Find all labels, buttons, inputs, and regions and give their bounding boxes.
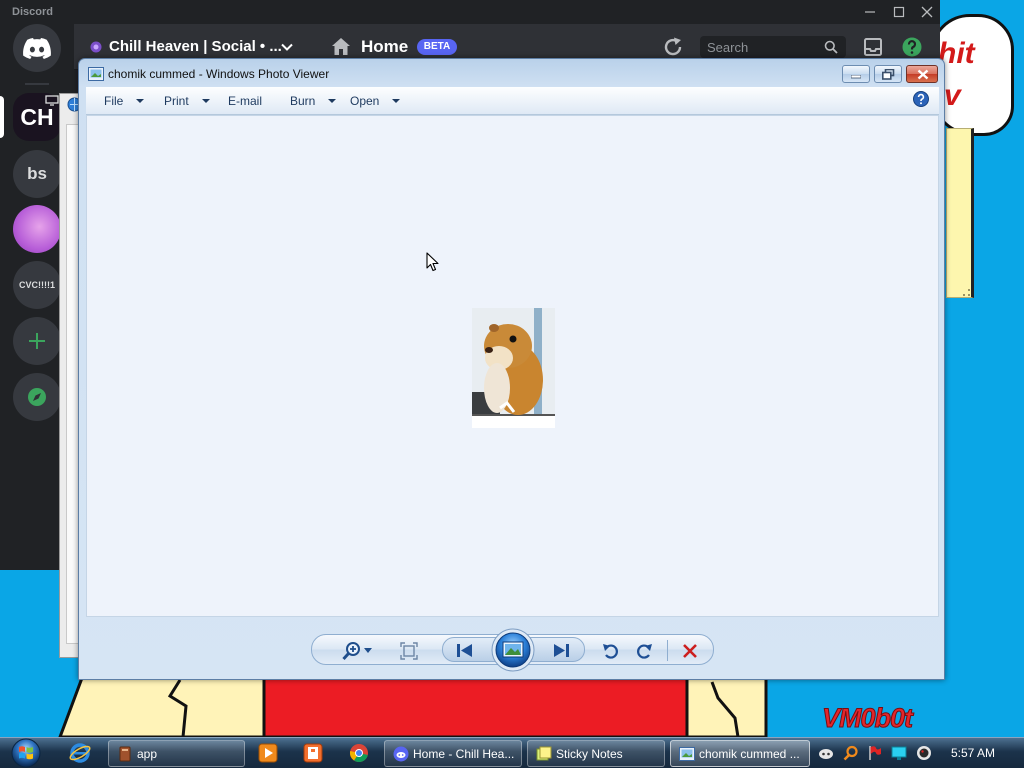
minimize-icon xyxy=(851,75,861,79)
search-placeholder: Search xyxy=(707,40,749,55)
menu-burn[interactable]: Burn xyxy=(284,87,342,115)
internet-explorer-icon[interactable] xyxy=(69,742,91,764)
search-tray-icon[interactable] xyxy=(843,745,859,761)
refresh-icon[interactable] xyxy=(662,36,684,58)
photo-viewer-icon xyxy=(679,747,695,761)
chrome-icon[interactable] xyxy=(349,743,369,763)
menu-file-label: File xyxy=(104,94,124,108)
hamster-photo xyxy=(472,308,555,428)
chevron-down-icon[interactable] xyxy=(280,40,294,54)
maximize-icon[interactable] xyxy=(892,5,906,19)
server-icon-label: CH xyxy=(20,103,54,130)
flag-tray-icon[interactable] xyxy=(867,745,883,761)
discord-tray-icon[interactable] xyxy=(818,745,834,761)
discord-logo-icon xyxy=(23,37,51,59)
control-separator xyxy=(667,640,668,661)
search-icon xyxy=(824,40,838,54)
discord-brand-label: Discord xyxy=(12,6,53,18)
menu-open[interactable]: Open xyxy=(344,87,406,115)
mouse-cursor xyxy=(426,252,439,272)
photo-viewer-window: chomik cummed - Windows Photo Viewer Fil… xyxy=(78,58,945,680)
discord-home-button[interactable] xyxy=(13,24,61,72)
minimize-icon[interactable] xyxy=(863,5,877,19)
server-icon-avatar[interactable] xyxy=(13,205,61,253)
home-label[interactable]: Home xyxy=(361,37,408,57)
server-boost-icon xyxy=(90,41,102,53)
taskbar-item-label: app xyxy=(137,747,158,761)
help-icon[interactable] xyxy=(913,91,929,107)
discord-icon xyxy=(393,746,409,762)
window-title: chomik cummed - Windows Photo Viewer xyxy=(108,67,330,81)
image-canvas[interactable] xyxy=(86,115,939,617)
sticky-notes-icon xyxy=(536,746,552,761)
maximize-button[interactable] xyxy=(874,65,902,83)
system-clock[interactable]: 5:57 AM xyxy=(945,746,1001,760)
resize-grip[interactable] xyxy=(963,289,970,296)
photo-viewer-icon xyxy=(88,67,104,81)
menu-file[interactable]: File xyxy=(98,87,150,115)
add-server-button[interactable] xyxy=(13,317,61,365)
close-icon xyxy=(917,69,929,80)
home-icon[interactable] xyxy=(331,37,351,56)
app-icon xyxy=(119,746,131,762)
slideshow-icon[interactable] xyxy=(491,628,535,672)
display-tray-icon[interactable] xyxy=(891,745,907,761)
taskbar-item-label: Home - Chill Hea... xyxy=(413,747,515,761)
archive-icon[interactable] xyxy=(303,743,323,763)
taskbar-item-sticky-notes[interactable]: Sticky Notes xyxy=(527,740,665,767)
dropdown-arrow-icon xyxy=(136,99,145,103)
plus-icon xyxy=(29,333,45,349)
inbox-icon[interactable] xyxy=(863,37,883,57)
rotate-clockwise-icon[interactable] xyxy=(635,642,653,660)
taskbar-item-discord[interactable]: Home - Chill Hea... xyxy=(384,740,522,767)
taskbar-item-photo-viewer[interactable]: chomik cummed ... xyxy=(670,740,810,767)
restore-icon xyxy=(882,69,895,80)
compass-icon xyxy=(28,388,46,406)
screen-share-icon xyxy=(45,95,59,106)
delete-icon[interactable] xyxy=(682,643,698,659)
server-icon-cvc[interactable]: CVC!!!!1 xyxy=(13,261,61,309)
menu-email-label: E-mail xyxy=(228,94,263,108)
rail-separator xyxy=(25,83,49,85)
server-icon-label: bs xyxy=(27,164,47,183)
rotate-counterclockwise-icon[interactable] xyxy=(602,642,620,660)
server-icon-label: CVC!!!!1 xyxy=(19,280,55,290)
search-input[interactable]: Search xyxy=(700,36,846,58)
previous-icon[interactable] xyxy=(456,643,474,658)
server-title[interactable]: Chill Heaven | Social • ... xyxy=(109,38,282,55)
media-player-icon[interactable] xyxy=(258,743,278,763)
start-button[interactable] xyxy=(11,738,41,768)
bubble-text-line-2: v xyxy=(944,79,961,112)
explore-servers-button[interactable] xyxy=(13,373,61,421)
close-button[interactable] xyxy=(906,65,938,83)
next-icon[interactable] xyxy=(552,643,570,658)
menu-email[interactable]: E-mail xyxy=(222,87,268,115)
menu-burn-label: Burn xyxy=(290,94,316,108)
taskbar-item-app[interactable]: app xyxy=(108,740,245,767)
menu-print-label: Print xyxy=(164,94,189,108)
close-icon[interactable] xyxy=(920,5,934,19)
help-icon[interactable] xyxy=(902,37,922,57)
dropdown-arrow-icon xyxy=(328,99,337,103)
record-tray-icon[interactable] xyxy=(916,745,932,761)
beta-badge: BETA xyxy=(417,39,457,55)
menu-open-label: Open xyxy=(350,94,380,108)
taskbar: app Home - Chill Hea... Sticky Notes cho… xyxy=(0,737,1024,768)
sticky-note-window[interactable] xyxy=(946,128,974,298)
fit-to-window-icon[interactable] xyxy=(400,642,418,660)
zoom-dropdown-arrow-icon[interactable] xyxy=(364,648,372,653)
taskbar-item-label: chomik cummed ... xyxy=(699,747,800,761)
desktop-watermark: VM0b0t xyxy=(821,703,913,734)
viewer-control-bar xyxy=(311,628,714,672)
zoom-icon[interactable] xyxy=(342,641,362,661)
server-icon-bs[interactable]: bs xyxy=(13,150,61,198)
minimize-button[interactable] xyxy=(842,65,870,83)
menu-print[interactable]: Print xyxy=(158,87,216,115)
dropdown-arrow-icon xyxy=(392,99,401,103)
dropdown-arrow-icon xyxy=(201,99,210,103)
taskbar-item-label: Sticky Notes xyxy=(556,747,623,761)
selected-server-indicator xyxy=(0,96,4,138)
